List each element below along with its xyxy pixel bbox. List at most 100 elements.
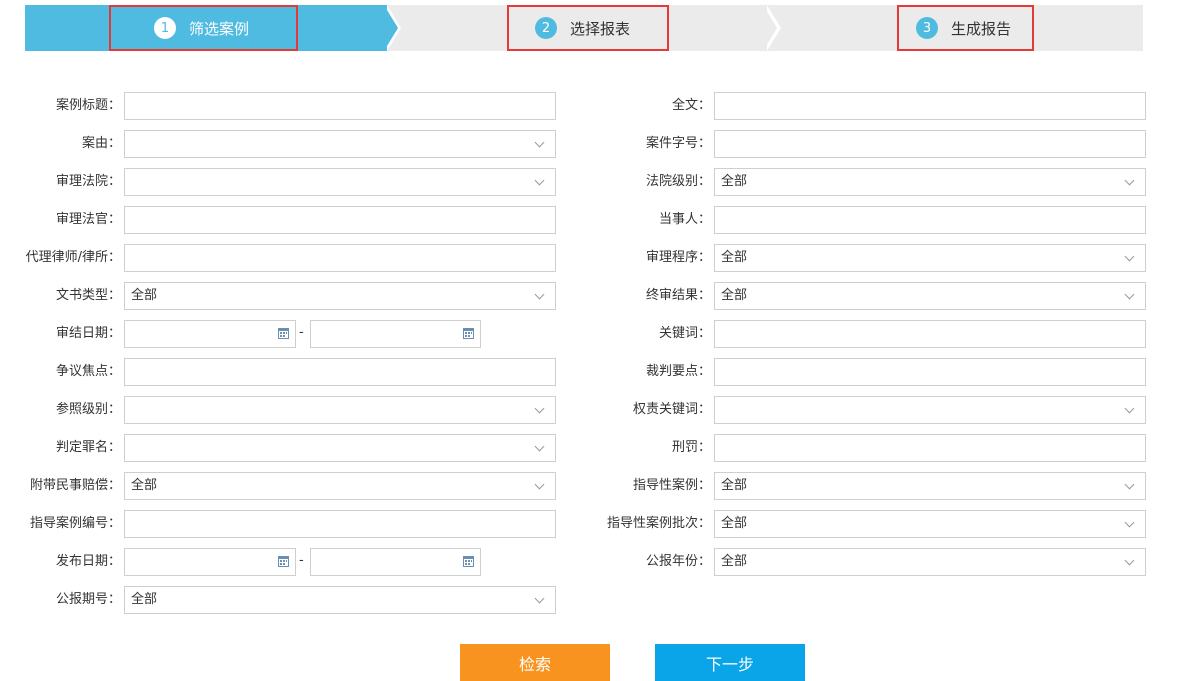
form-row: 文书类型： 全部	[0, 282, 560, 320]
form-row: 裁判要点：	[590, 358, 1150, 396]
date-range-separator: -	[299, 553, 304, 568]
select-dropdown[interactable]	[714, 396, 1146, 424]
field-label: 刑罚：	[671, 440, 711, 455]
text-input[interactable]	[714, 130, 1146, 158]
text-input[interactable]	[124, 92, 556, 120]
field-label: 当事人：	[658, 212, 711, 227]
form-row: 终审结果： 全部	[590, 282, 1150, 320]
field-label: 审理法院：	[55, 174, 121, 189]
calendar-icon[interactable]	[278, 328, 289, 339]
field-label: 法院级别：	[645, 174, 711, 189]
text-input[interactable]	[124, 206, 556, 234]
select-dropdown[interactable]: 全部	[714, 244, 1146, 272]
form-row: 附带民事赔偿： 全部	[0, 472, 560, 510]
step-number-badge: 2	[535, 17, 557, 39]
field-label: 公报年份：	[645, 554, 711, 569]
form-row: 关键词：	[590, 320, 1150, 358]
date-start-input[interactable]	[124, 320, 296, 348]
field-label: 文书类型：	[55, 288, 121, 303]
text-input[interactable]	[714, 434, 1146, 462]
calendar-icon[interactable]	[278, 556, 289, 567]
select-dropdown[interactable]: 全部	[714, 168, 1146, 196]
form-row: 发布日期： -	[0, 548, 560, 586]
form-row: 审结日期： -	[0, 320, 560, 358]
field-label: 案例标题：	[55, 98, 121, 113]
text-input[interactable]	[714, 358, 1146, 386]
select-dropdown[interactable]	[124, 168, 556, 196]
form-row: 刑罚：	[590, 434, 1150, 472]
form-row: 指导性案例： 全部	[590, 472, 1150, 510]
step-active-arrow-tip	[384, 5, 398, 51]
form-column-left: 案例标题： 案由： 审理法院： 审理法官： 代理律师/律所： 文书类型： 全部 审结日期： - 争…	[0, 92, 560, 624]
field-label: 审结日期：	[55, 326, 121, 341]
form-row: 指导案例编号：	[0, 510, 560, 548]
step-select-report[interactable]: 2 选择报表	[507, 5, 669, 51]
field-label: 指导性案例批次：	[606, 516, 711, 531]
text-input[interactable]	[714, 206, 1146, 234]
date-end-input[interactable]	[310, 548, 481, 576]
select-dropdown[interactable]: 全部	[714, 472, 1146, 500]
form-row: 争议焦点：	[0, 358, 560, 396]
field-label: 关键词：	[658, 326, 711, 341]
step-generate-report[interactable]: 3 生成报告	[897, 5, 1034, 51]
select-dropdown[interactable]: 全部	[124, 472, 556, 500]
form-row: 法院级别： 全部	[590, 168, 1150, 206]
select-dropdown[interactable]: 全部	[124, 586, 556, 614]
date-start-input[interactable]	[124, 548, 296, 576]
text-input[interactable]	[714, 320, 1146, 348]
search-button[interactable]: 检索	[460, 644, 610, 681]
date-end-input[interactable]	[310, 320, 481, 348]
step-number-badge: 3	[916, 17, 938, 39]
field-label: 判定罪名：	[55, 440, 121, 455]
form-row: 权责关键词：	[590, 396, 1150, 434]
field-label: 指导案例编号：	[29, 516, 121, 531]
field-label: 案件字号：	[645, 136, 711, 151]
field-label: 附带民事赔偿：	[29, 478, 121, 493]
form-row: 当事人：	[590, 206, 1150, 244]
form-row: 审理法官：	[0, 206, 560, 244]
field-label: 终审结果：	[645, 288, 711, 303]
field-label: 全文：	[671, 98, 711, 113]
field-label: 指导性案例：	[632, 478, 711, 493]
select-dropdown[interactable]: 全部	[714, 282, 1146, 310]
step-filter-cases[interactable]: 1 筛选案例	[109, 5, 298, 51]
step-label: 筛选案例	[189, 19, 250, 38]
form-row: 全文：	[590, 92, 1150, 130]
field-label: 案由：	[81, 136, 121, 151]
field-label: 公报期号：	[55, 592, 121, 607]
text-input[interactable]	[124, 244, 556, 272]
field-label: 争议焦点：	[55, 364, 121, 379]
step-progress-bar: 1 筛选案例 2 选择报表 3 生成报告	[25, 5, 1143, 51]
select-dropdown[interactable]: 全部	[714, 548, 1146, 576]
field-label: 裁判要点：	[645, 364, 711, 379]
field-label: 权责关键词：	[632, 402, 711, 417]
select-dropdown[interactable]	[124, 130, 556, 158]
field-label: 审理程序：	[645, 250, 711, 265]
form-row: 审理法院：	[0, 168, 560, 206]
form-row: 审理程序： 全部	[590, 244, 1150, 282]
form-row: 案例标题：	[0, 92, 560, 130]
step-number-badge: 1	[154, 17, 176, 39]
form-row: 公报年份： 全部	[590, 548, 1150, 586]
step-label: 选择报表	[570, 19, 631, 38]
field-label: 审理法官：	[55, 212, 121, 227]
select-dropdown[interactable]: 全部	[124, 282, 556, 310]
date-range-separator: -	[299, 325, 304, 340]
form-row: 参照级别：	[0, 396, 560, 434]
calendar-icon[interactable]	[463, 556, 474, 567]
form-row: 指导性案例批次： 全部	[590, 510, 1150, 548]
select-dropdown[interactable]: 全部	[714, 510, 1146, 538]
step-arrow-tip	[763, 5, 777, 51]
form-row: 案件字号：	[590, 130, 1150, 168]
text-input[interactable]	[714, 92, 1146, 120]
field-label: 发布日期：	[55, 554, 121, 569]
next-step-button[interactable]: 下一步	[655, 644, 805, 681]
calendar-icon[interactable]	[463, 328, 474, 339]
select-dropdown[interactable]	[124, 434, 556, 462]
form-row: 案由：	[0, 130, 560, 168]
field-label: 代理律师/律所：	[25, 250, 121, 265]
text-input[interactable]	[124, 510, 556, 538]
select-dropdown[interactable]	[124, 396, 556, 424]
text-input[interactable]	[124, 358, 556, 386]
form-column-right: 全文： 案件字号： 法院级别： 全部 当事人： 审理程序： 全部 终审结果： 全部 关键词： 裁判要…	[590, 92, 1150, 586]
